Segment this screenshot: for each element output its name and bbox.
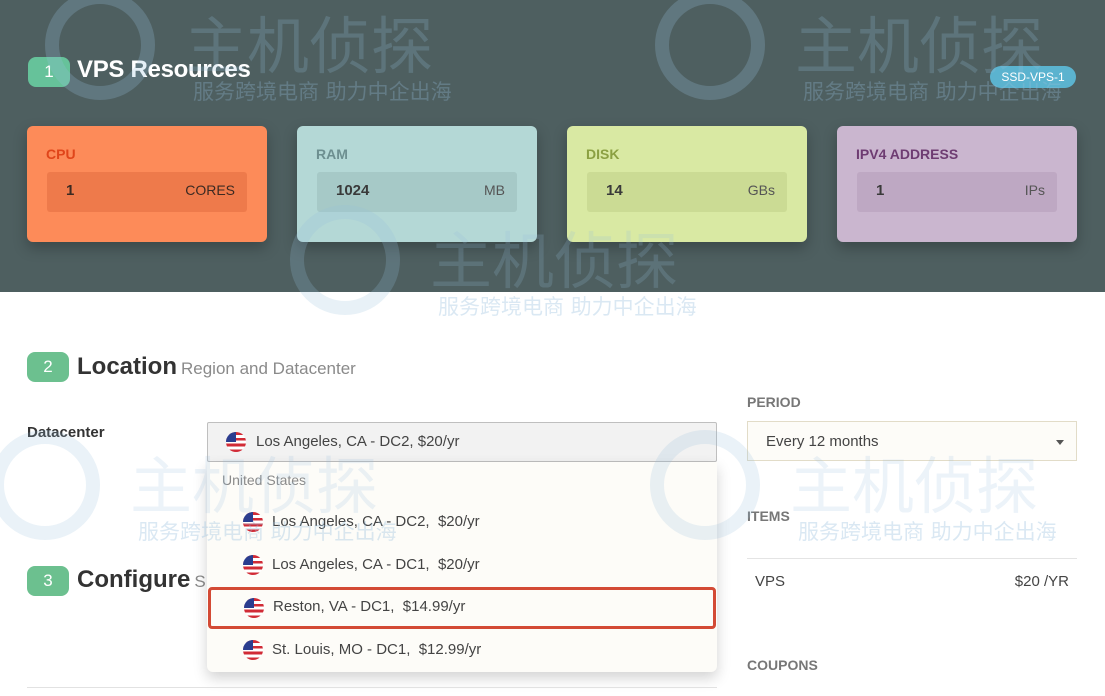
configure-subtitle: S — [194, 572, 206, 591]
cpu-card: CPU 1 CORES — [27, 126, 267, 242]
cpu-label: CPU — [46, 146, 76, 162]
vps-resources-title: VPS Resources — [77, 56, 251, 83]
disk-card: DISK 14 GBs — [567, 126, 807, 242]
option-name: Los Angeles, CA - DC1, — [272, 556, 430, 573]
option-name: Reston, VA - DC1, — [273, 598, 395, 615]
ipv4-card: IPV4 ADDRESS 1 IPs — [837, 126, 1077, 242]
watermark-tagline: 服务跨境电商 助力中企出海 — [798, 520, 1057, 544]
datacenter-option-highlighted[interactable]: Reston, VA - DC1, $14.99/yr — [208, 587, 716, 629]
option-price: $20/yr — [437, 556, 480, 573]
ipv4-unit: IPs — [1024, 182, 1045, 198]
option-price: $14.99/yr — [402, 598, 466, 615]
option-price: $20/yr — [437, 513, 480, 530]
location-heading: Location — [77, 353, 177, 380]
step-1-badge: 1 — [28, 57, 70, 87]
us-flag-icon — [244, 598, 264, 618]
cpu-unit: CORES — [185, 182, 235, 198]
ipv4-value: 1 — [876, 182, 885, 199]
ipv4-label: IPV4 ADDRESS — [856, 146, 959, 162]
ram-value: 1024 — [336, 182, 370, 199]
dropdown-group-label: United States — [222, 472, 307, 488]
coupons-label: COUPONS — [747, 657, 818, 673]
billing-period-select[interactable]: Every 12 months — [747, 421, 1077, 461]
divider — [27, 687, 717, 688]
us-flag-icon — [226, 432, 246, 452]
item-price: $20 /YR — [1014, 573, 1069, 590]
option-price: $12.99/yr — [418, 641, 482, 658]
watermark-tagline: 服务跨境电商 助力中企出海 — [438, 295, 697, 319]
datacenter-selected-value: Los Angeles, CA - DC2, $20/yr — [256, 433, 460, 450]
divider — [747, 558, 1077, 559]
step-2-badge: 2 — [27, 352, 69, 382]
cpu-value: 1 — [66, 182, 75, 199]
watermark-logo-icon — [0, 430, 100, 540]
datacenter-dropdown: United States Los Angeles, CA - DC2, $20… — [207, 462, 717, 672]
ipv4-value-box: 1 IPs — [857, 172, 1057, 212]
ram-card: RAM 1024 MB — [297, 126, 537, 242]
plan-badge: SSD-VPS-1 — [990, 66, 1076, 88]
items-label: ITEMS — [747, 508, 790, 524]
configure-title: Configure S — [77, 566, 206, 594]
ram-value-box: 1024 MB — [317, 172, 517, 212]
step-3-badge: 3 — [27, 566, 69, 596]
us-flag-icon — [243, 512, 263, 532]
location-title: Location Region and Datacenter — [77, 353, 356, 381]
location-subtitle: Region and Datacenter — [181, 359, 356, 378]
option-name: Los Angeles, CA - DC2, — [272, 513, 430, 530]
datacenter-label: Datacenter — [27, 424, 105, 441]
datacenter-option[interactable]: St. Louis, MO - DC1, $12.99/yr — [207, 630, 717, 670]
item-name: VPS — [755, 573, 786, 590]
disk-label: DISK — [586, 146, 620, 162]
disk-value-box: 14 GBs — [587, 172, 787, 212]
period-label: PERIOD — [747, 394, 801, 410]
configure-heading: Configure — [77, 566, 191, 593]
us-flag-icon — [243, 640, 263, 660]
disk-value: 14 — [606, 182, 623, 199]
datacenter-option[interactable]: Los Angeles, CA - DC2, $20/yr — [207, 502, 717, 542]
datacenter-select[interactable]: Los Angeles, CA - DC2, $20/yr — [207, 422, 717, 462]
option-name: St. Louis, MO - DC1, — [272, 641, 411, 658]
ram-unit: MB — [484, 182, 505, 198]
disk-unit: GBs — [747, 182, 775, 198]
period-value: Every 12 months — [766, 433, 879, 450]
ram-label: RAM — [316, 146, 348, 162]
cpu-value-box: 1 CORES — [47, 172, 247, 212]
caret-down-icon — [1056, 440, 1064, 445]
datacenter-option[interactable]: Los Angeles, CA - DC1, $20/yr — [207, 545, 717, 585]
us-flag-icon — [243, 555, 263, 575]
